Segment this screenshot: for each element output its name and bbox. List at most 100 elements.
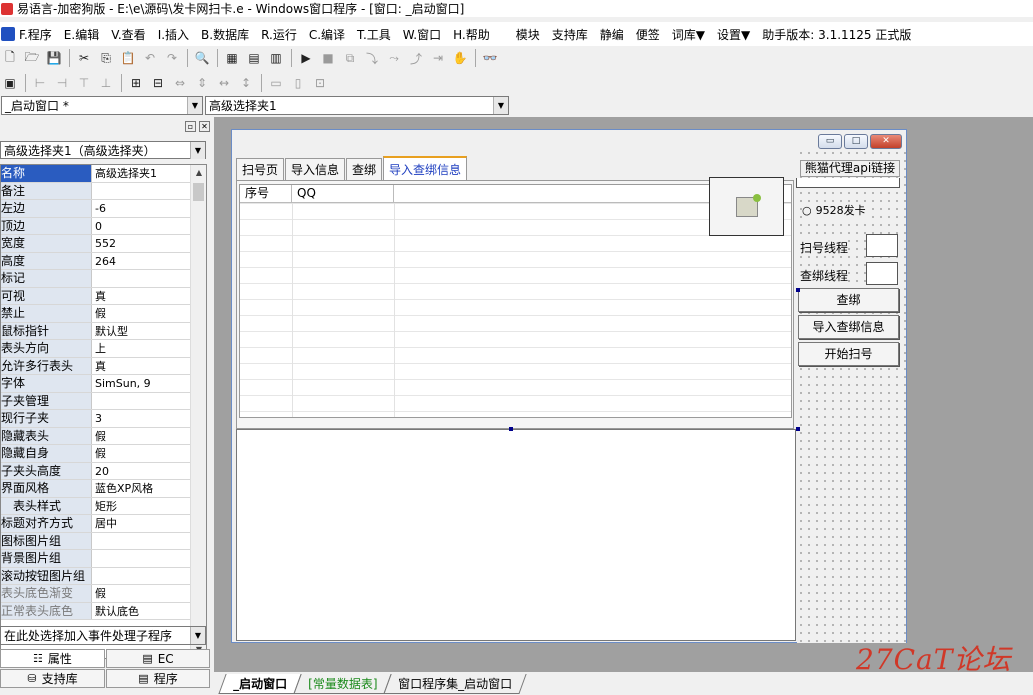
property-row[interactable]: 禁止假 (1, 305, 206, 323)
copy-icon[interactable]: ⎘ (97, 49, 115, 67)
property-row[interactable]: 隐藏自身假 (1, 445, 206, 463)
open-folder-icon[interactable]: 🗁 (23, 49, 41, 67)
property-row[interactable]: 背景图片组 (1, 550, 206, 568)
chevron-down-icon[interactable]: ▼ (187, 96, 202, 114)
property-value[interactable] (92, 568, 206, 585)
tab-scan[interactable]: 扫号页 (236, 158, 285, 180)
property-row[interactable]: 高度 264 (1, 252, 206, 270)
menu-dictionary[interactable]: 词库▼ (672, 26, 705, 43)
property-value[interactable]: 高级选择夹1… (92, 165, 206, 182)
tab-import-info[interactable]: 导入信息 (285, 158, 346, 180)
property-value[interactable] (92, 183, 206, 200)
column-qq[interactable]: QQ (292, 185, 394, 202)
property-row[interactable]: 名称高级选择夹1… (1, 165, 206, 183)
paste-icon[interactable]: 📋 (119, 49, 137, 67)
property-row[interactable]: 隐藏表头假 (1, 427, 206, 445)
property-value[interactable]: 上 (92, 340, 206, 357)
property-row[interactable]: 现行子夹 3 (1, 410, 206, 428)
tab-order-icon[interactable]: ▯ (289, 74, 307, 92)
column-index[interactable]: 序号 (240, 185, 292, 202)
tab-import-binding-info[interactable]: 导入查绑信息 (383, 156, 468, 180)
close-icon[interactable]: ✕ (870, 134, 902, 149)
picture-box[interactable] (709, 177, 784, 236)
design-form[interactable]: ▭ □ ✕ 扫号页 导入信息 查绑 导入查绑信息 序号 QQ 熊猫代理api链接… (231, 129, 907, 643)
import-binding-button[interactable]: 导入查绑信息 (798, 315, 899, 339)
chevron-down-icon[interactable]: ▼ (190, 141, 205, 159)
property-value[interactable]: 居中 (92, 515, 206, 532)
property-row[interactable]: 表头底色渐变假 (1, 585, 206, 603)
tab-properties[interactable]: ☷ 属性 (0, 649, 105, 668)
property-row[interactable]: 允许多行表头真 (1, 357, 206, 375)
cut-icon[interactable]: ✂ (75, 49, 93, 67)
property-value[interactable]: 3 (92, 410, 206, 427)
tab-startup-window[interactable]: _启动窗口 (218, 673, 302, 694)
menu-program[interactable]: F.程序 (19, 26, 52, 43)
menu-window[interactable]: W.窗口 (403, 26, 441, 43)
property-value[interactable]: 假 (92, 305, 206, 322)
check-binding-button[interactable]: 查绑 (798, 288, 899, 312)
minimize-icon[interactable]: ▭ (818, 134, 842, 149)
resize-handle[interactable] (509, 427, 513, 431)
h-spacing-icon[interactable]: ↔ (215, 74, 233, 92)
window-icon[interactable]: ▣ (1, 74, 19, 92)
scroll-thumb[interactable] (193, 183, 204, 201)
property-row[interactable]: 正常表头底色 默认底色 (1, 602, 206, 620)
hand-icon[interactable]: ✋ (451, 49, 469, 67)
property-value[interactable] (92, 393, 206, 410)
property-row[interactable]: 标记 (1, 270, 206, 288)
v-spacing-icon[interactable]: ↕ (237, 74, 255, 92)
property-row[interactable]: 鼠标指针 默认型 (1, 322, 206, 340)
menu-static-compile[interactable]: 静编 (600, 26, 624, 43)
start-scan-button[interactable]: 开始扫号 (798, 342, 899, 366)
app-menu-icon[interactable] (1, 27, 15, 41)
property-row[interactable]: 滚动按钮图片组 (1, 567, 206, 585)
property-row[interactable]: 可视真 (1, 287, 206, 305)
save-icon[interactable]: 💾 (45, 49, 63, 67)
tab-constants-table[interactable]: [常量数据表] (293, 673, 393, 694)
property-value[interactable] (92, 533, 206, 550)
menu-database[interactable]: B.数据库 (201, 26, 249, 43)
scan-threads-input[interactable] (866, 234, 898, 257)
menu-help[interactable]: H.帮助 (453, 26, 490, 43)
menu-module[interactable]: 模块 (516, 26, 540, 43)
menu-run[interactable]: R.运行 (261, 26, 297, 43)
step-out-icon[interactable]: ⤴ (407, 49, 425, 67)
chevron-down-icon[interactable]: ▼ (190, 627, 205, 644)
property-value[interactable]: 真 (92, 288, 206, 305)
window-select[interactable]: _启动窗口 * ▼ (1, 95, 203, 115)
property-row[interactable]: 图标图片组 (1, 532, 206, 550)
bind-threads-input[interactable] (866, 262, 898, 285)
menu-support-lib[interactable]: 支持库 (552, 26, 588, 43)
control-select[interactable]: 高级选择夹1 ▼ (205, 95, 509, 115)
tab-program[interactable]: ▤ 程序 (106, 669, 210, 688)
binoculars-icon[interactable]: 👓 (481, 49, 499, 67)
property-row[interactable]: 表头方向上 (1, 340, 206, 358)
panda-proxy-input[interactable] (796, 178, 900, 188)
menu-insert[interactable]: I.插入 (158, 26, 189, 43)
align-bottom-icon[interactable]: ⊥ (97, 74, 115, 92)
property-value[interactable]: 默认底色 (92, 603, 206, 620)
property-row[interactable]: 子夹管理 (1, 392, 206, 410)
radio-9528[interactable]: ○ 9528发卡 (802, 202, 866, 218)
property-value[interactable] (92, 550, 206, 567)
find-icon[interactable]: 🔍 (193, 49, 211, 67)
property-row[interactable]: 表头样式 矩形 (1, 497, 206, 515)
property-value[interactable]: 蓝色XP风格 (92, 480, 206, 497)
step-icon[interactable]: ⧉ (341, 49, 359, 67)
property-value[interactable]: 假 (92, 428, 206, 445)
property-value[interactable] (92, 270, 206, 287)
chevron-down-icon[interactable]: ▼ (493, 96, 508, 114)
align-left-icon[interactable]: ⊢ (31, 74, 49, 92)
property-value[interactable]: 264 (92, 253, 206, 270)
run-to-cursor-icon[interactable]: ⇥ (429, 49, 447, 67)
menu-tools[interactable]: T.工具 (357, 26, 391, 43)
property-row[interactable]: 界面风格 蓝色XP风格 (1, 480, 206, 498)
property-row[interactable]: 左边 -6 (1, 200, 206, 218)
menu-notes[interactable]: 便签 (636, 26, 660, 43)
menu-settings[interactable]: 设置▼ (717, 26, 750, 43)
property-value[interactable]: 假 (92, 445, 206, 462)
grid-icon[interactable]: ▭ (267, 74, 285, 92)
property-scrollbar[interactable]: ▲ ▼ (190, 165, 206, 658)
property-value[interactable]: 矩形 (92, 498, 206, 515)
tab-window-assembly[interactable]: 窗口程序集_启动窗口 (383, 673, 528, 694)
